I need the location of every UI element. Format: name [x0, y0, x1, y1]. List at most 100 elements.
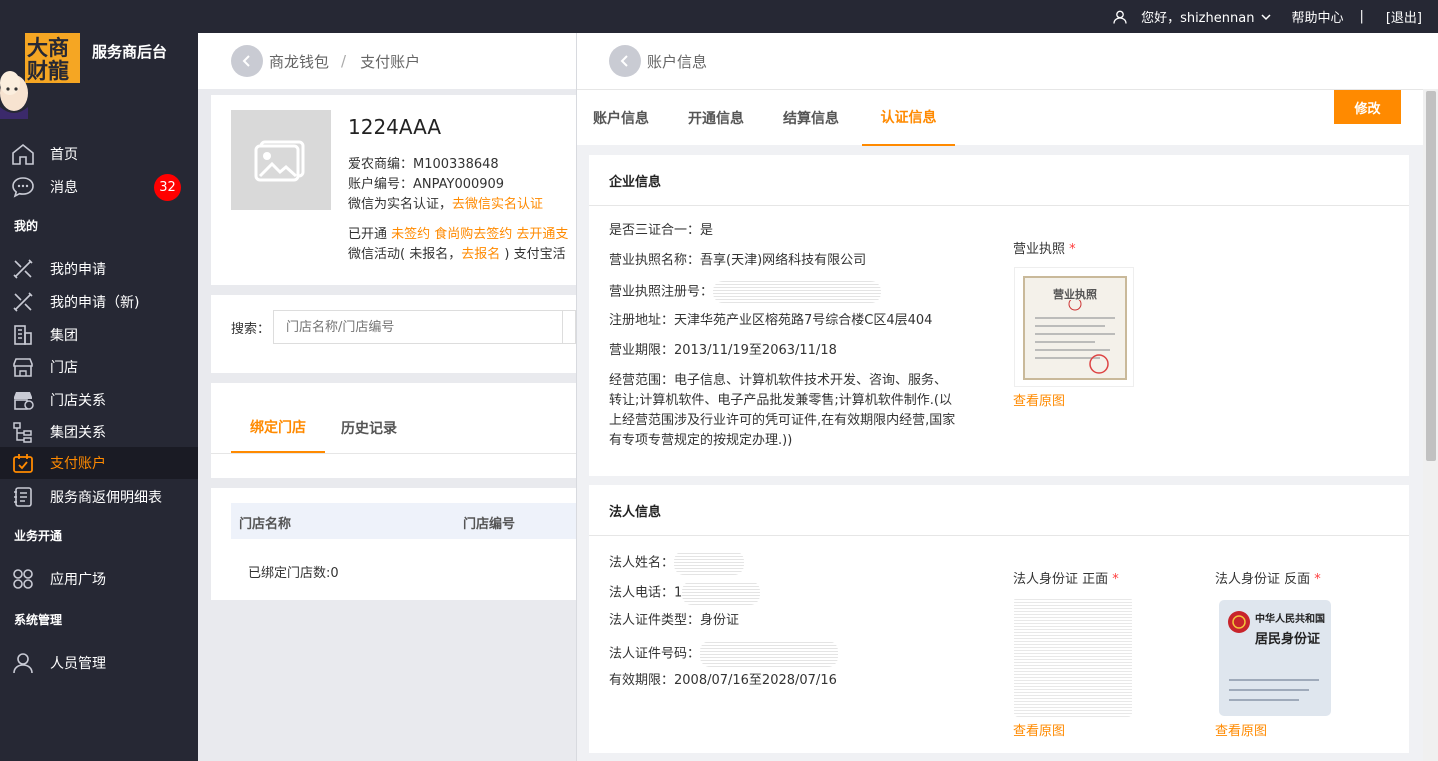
id-front-label-row: 法人身份证 正面 * — [1013, 568, 1119, 587]
wechat-activity-suffix: ) 支付宝活 — [504, 247, 566, 262]
greeting-text: 您好，shizhennan — [1141, 11, 1255, 26]
tab-opening-info[interactable]: 开通信息 — [688, 90, 744, 146]
breadcrumb-wallet[interactable]: 商龙钱包 — [269, 51, 329, 72]
brand-name: 服务商后台 — [92, 43, 168, 61]
payment-account-icon — [10, 450, 36, 476]
required-mark: * — [1069, 242, 1076, 257]
sidebar-item-label: 我的申请 — [50, 262, 106, 278]
edit-button[interactable]: 修改 — [1334, 90, 1401, 124]
sidebar-item-label: 集团关系 — [50, 425, 106, 441]
sidebar-item-store[interactable]: 门店 — [0, 351, 198, 383]
sidebar-item-group[interactable]: 集团 — [0, 319, 198, 351]
sidebar-item-label: 消息 — [50, 180, 78, 196]
redacted-cert-number — [700, 641, 839, 667]
tab-bound-stores[interactable]: 绑定门店 — [231, 403, 325, 453]
user-menu[interactable]: 您好，shizhennan — [1113, 7, 1271, 26]
enterprise-info-title: 企业信息 — [589, 155, 1409, 206]
opened-line: 已开通 未签约 食尚购去签约 去开通支 — [348, 223, 568, 242]
opened-status-link[interactable]: 未签约 食尚购去签约 去开通支 — [391, 227, 568, 242]
sidebar-item-label: 门店关系 — [50, 393, 106, 409]
business-scope-4: 有专项专营规定的按规定办理.)) — [609, 433, 793, 448]
panel-tabs: 账户信息 开通信息 结算信息 认证信息 — [577, 89, 1425, 146]
business-period: 营业期限：2013/11/19至2063/11/18 — [609, 343, 837, 358]
section-system: 系统管理 — [14, 613, 63, 627]
sidebar-item-label: 应用广场 — [50, 572, 106, 588]
legal-phone-prefix: 1 — [674, 585, 683, 601]
wechat-verify-link[interactable]: 去微信实名认证 — [452, 197, 543, 212]
panel-scrollbar[interactable] — [1423, 89, 1438, 761]
message-count-badge: 32 — [154, 173, 181, 201]
account-number: 账户编号：ANPAY000909 — [348, 177, 505, 192]
image-icon — [254, 140, 305, 182]
required-mark: * — [1112, 572, 1119, 587]
svg-text:财龍: 财龍 — [27, 58, 69, 83]
enterprise-info-section: 企业信息 是否三证合一：是 营业执照名称：吾享(天津)网络科技有限公司 营业执照… — [589, 155, 1409, 476]
message-icon — [10, 174, 36, 200]
view-id-front-original[interactable]: 查看原图 — [1013, 720, 1065, 739]
tab-account-info[interactable]: 账户信息 — [593, 90, 649, 146]
logo-mark: 大商 财龍 — [0, 31, 82, 119]
chevron-left-icon — [242, 55, 250, 67]
bound-store-count: 已绑定门店数:0 — [248, 566, 339, 581]
sidebar-item-app-square[interactable]: 应用广场 — [0, 563, 198, 595]
wechat-activity-line: 微信活动( 未报名，去报名 ) 支付宝活 — [348, 243, 566, 262]
tab-history[interactable]: 历史记录 — [341, 403, 397, 453]
sidebar-item-commission[interactable]: 服务商返佣明细表 — [0, 481, 198, 513]
view-license-original[interactable]: 查看原图 — [1013, 390, 1065, 409]
help-center-link[interactable]: 帮助中心 — [1291, 7, 1343, 26]
sidebar-item-store-relation[interactable]: 门店关系 — [0, 384, 198, 416]
sidebar-item-staff[interactable]: 人员管理 — [0, 647, 198, 679]
license-number-label: 营业执照注册号： — [609, 284, 714, 300]
search-input[interactable] — [273, 310, 563, 344]
wechat-verify-text: 微信为实名认证， — [348, 197, 453, 212]
column-store-name: 门店名称 — [239, 517, 292, 532]
tabs-card: 绑定门店 历史记录 — [211, 383, 576, 478]
section-business: 业务开通 — [14, 529, 63, 543]
scrollbar-thumb[interactable] — [1426, 91, 1436, 461]
id-front-image[interactable] — [1014, 597, 1132, 717]
section-mine: 我的 — [14, 219, 39, 233]
breadcrumb-separator: / — [341, 52, 347, 70]
panel-header: 账户信息 — [577, 33, 1438, 89]
apps-icon — [10, 566, 36, 592]
sidebar-item-payment-account[interactable]: 支付账户 — [0, 447, 198, 479]
top-bar: 您好，shizhennan 帮助中心 | [退出] — [0, 0, 1438, 33]
panel-back-button[interactable] — [609, 45, 641, 77]
tab-settlement-info[interactable]: 结算信息 — [783, 90, 839, 146]
sidebar-item-label: 服务商返佣明细表 — [50, 490, 162, 506]
legal-person-section: 法人信息 法人姓名： 法人电话：1 法人证件类型：身份证 法人证件号码： 有效期… — [589, 485, 1409, 753]
apply-new-icon — [10, 289, 36, 315]
legal-phone-row: 法人电话：1 — [609, 581, 761, 605]
tab-certification-info[interactable]: 认证信息 — [862, 90, 955, 146]
sidebar-item-label: 我的申请（新) — [50, 295, 140, 311]
sidebar-item-my-applications-new[interactable]: 我的申请（新) — [0, 286, 198, 318]
back-button[interactable] — [231, 45, 263, 77]
topbar-separator: | — [1359, 9, 1364, 24]
id-back-title-2: 居民身份证 — [1255, 632, 1321, 647]
column-store-no: 门店编号 — [463, 517, 516, 532]
sidebar-item-label: 支付账户 — [50, 456, 106, 472]
legal-cert-no-row: 法人证件号码： — [609, 641, 839, 667]
user-icon — [10, 650, 36, 676]
license-certificate: 营业执照 — [1023, 276, 1127, 380]
sidebar-item-label: 人员管理 — [50, 656, 106, 672]
business-license-image[interactable]: 营业执照 — [1014, 267, 1134, 387]
chevron-left-icon — [620, 55, 628, 67]
table-header: 门店名称 门店编号 — [231, 503, 576, 539]
sidebar-item-my-applications[interactable]: 我的申请 — [0, 253, 198, 285]
id-front-label: 法人身份证 正面 — [1013, 572, 1109, 587]
account-name: 1224AAA — [348, 115, 442, 139]
view-id-back-original[interactable]: 查看原图 — [1215, 720, 1267, 739]
id-back-lines-icon — [1229, 679, 1319, 701]
account-image-placeholder — [231, 110, 331, 210]
signup-link[interactable]: 去报名 — [461, 247, 500, 262]
store-relation-icon — [10, 387, 36, 413]
sidebar-item-group-relation[interactable]: 集团关系 — [0, 416, 198, 448]
sidebar: 大商 财龍 服务商后台 首页 消息 32 我的 我的申请 我的申请（新) 集团 — [0, 33, 198, 761]
panel-title: 账户信息 — [647, 52, 708, 71]
sidebar-item-messages[interactable]: 消息 32 — [0, 171, 198, 203]
id-back-image[interactable]: 中华人民共和国 居民身份证 — [1219, 600, 1331, 716]
business-scope-1: 经营范围：电子信息、计算机软件技术开发、咨询、服务、 — [609, 373, 948, 388]
logout-link[interactable]: [退出] — [1386, 7, 1422, 26]
sidebar-item-home[interactable]: 首页 — [0, 138, 198, 170]
